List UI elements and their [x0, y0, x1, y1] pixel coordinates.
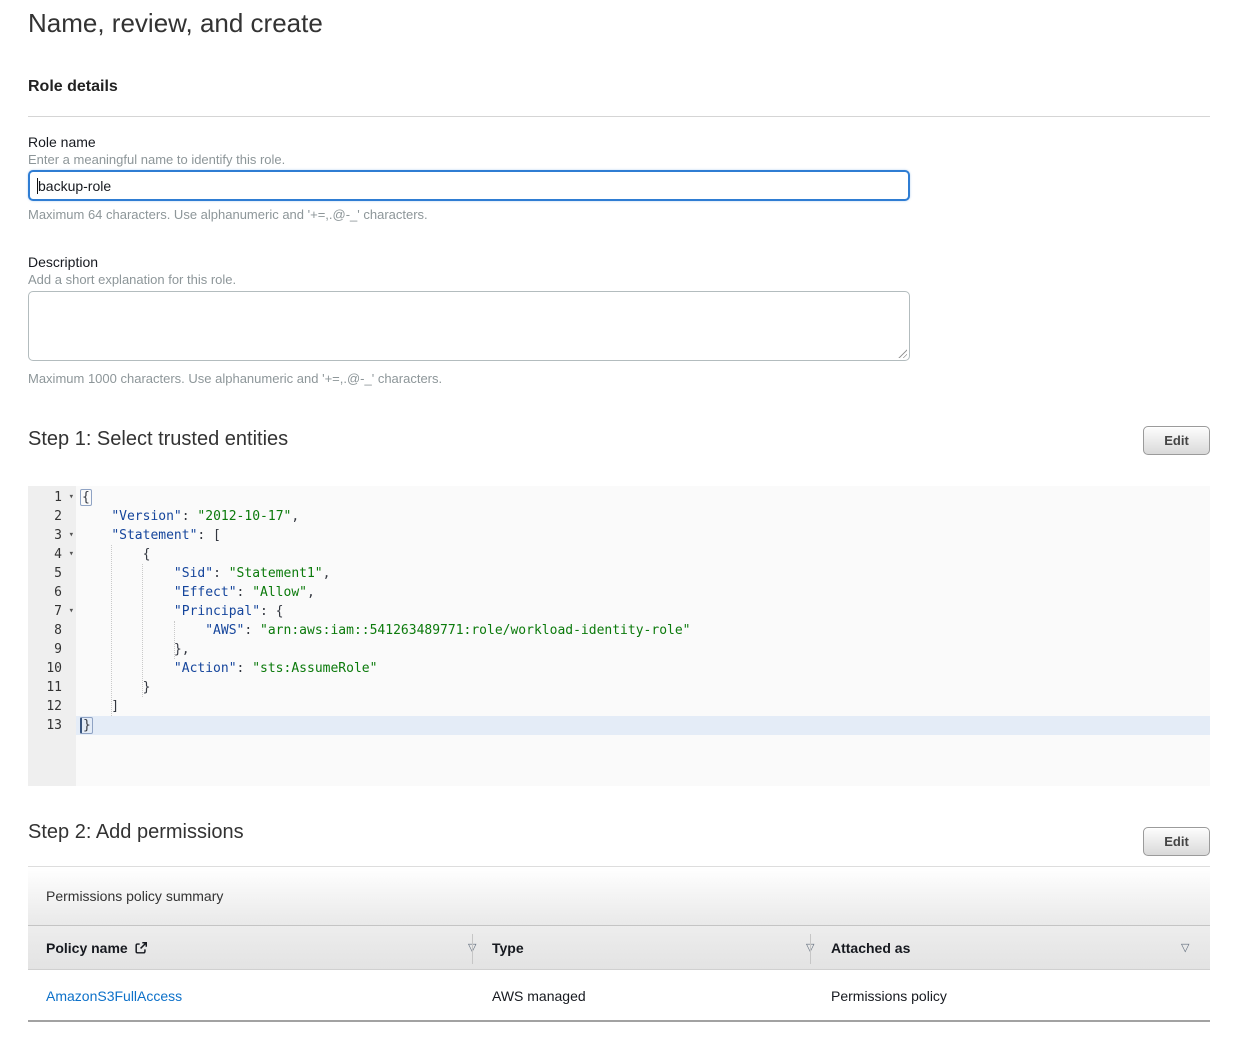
editor-line[interactable]: 7▾ "Principal": {: [28, 602, 1210, 621]
column-separator: [810, 934, 811, 964]
role-name-label: Role name: [28, 134, 96, 150]
column-header-policy-name: Policy name: [46, 940, 148, 958]
role-details-divider: [28, 116, 1210, 117]
fold-arrow-icon[interactable]: ▾: [69, 602, 74, 621]
editor-line[interactable]: 9 },: [28, 640, 1210, 659]
code-token: "Version": [111, 509, 181, 524]
code-token: },: [80, 642, 190, 657]
code-token: [80, 509, 111, 524]
step1-heading: Step 1: Select trusted entities: [28, 428, 288, 451]
code-token: "Sid": [174, 566, 213, 581]
code-token: :: [213, 566, 229, 581]
editor-line[interactable]: 8 "AWS": "arn:aws:iam::541263489771:role…: [28, 621, 1210, 640]
fold-arrow-icon[interactable]: ▾: [69, 526, 74, 545]
code-token: :: [237, 661, 253, 676]
line-number: 2: [28, 507, 76, 526]
column-header-type: Type: [492, 940, 524, 956]
role-name-constraint: Maximum 64 characters. Use alphanumeric …: [28, 207, 428, 222]
role-details-heading: Role details: [28, 78, 118, 96]
code-token: "Effect": [174, 585, 237, 600]
permissions-table-row: AmazonS3FullAccess AWS managed Permissio…: [28, 970, 1210, 1022]
code-token: : [: [197, 528, 220, 543]
code-token: "2012-10-17": [197, 509, 291, 524]
editor-line[interactable]: 3▾ "Statement": [: [28, 526, 1210, 545]
description-help: Add a short explanation for this role.: [28, 272, 236, 287]
role-name-help: Enter a meaningful name to identify this…: [28, 152, 285, 167]
editor-line[interactable]: 4▾ {: [28, 545, 1210, 564]
code-token: :: [182, 509, 198, 524]
code-token: "Allow": [252, 585, 307, 600]
editor-line[interactable]: 1▾{: [28, 488, 1210, 507]
code-token: "Principal": [174, 604, 260, 619]
editor-line[interactable]: 11 }: [28, 678, 1210, 697]
line-number: 8: [28, 621, 76, 640]
code-token: :: [244, 623, 260, 638]
code-token: "sts:AssumeRole": [252, 661, 377, 676]
code-token: [80, 566, 174, 581]
policy-editor-lines: 1▾{2 "Version": "2012-10-17",3▾ "Stateme…: [28, 488, 1210, 735]
line-number: 6: [28, 583, 76, 602]
edit-permissions-button[interactable]: Edit: [1143, 827, 1210, 856]
line-number: 1▾: [28, 488, 76, 507]
description-constraint: Maximum 1000 characters. Use alphanumeri…: [28, 371, 442, 386]
code-token: [80, 604, 174, 619]
line-number: 4▾: [28, 545, 76, 564]
code-token: [80, 585, 174, 600]
code-token: "Statement1": [229, 566, 323, 581]
filter-dropdown-icon[interactable]: ▽: [1181, 941, 1189, 954]
line-number: 11: [28, 678, 76, 697]
column-separator: [472, 934, 473, 964]
permissions-summary-title: Permissions policy summary: [46, 888, 223, 904]
fold-arrow-icon[interactable]: ▾: [69, 488, 74, 507]
code-token: }: [80, 680, 150, 695]
code-token: ,: [291, 509, 299, 524]
role-name-input[interactable]: [28, 170, 910, 201]
code-token: ,: [307, 585, 315, 600]
code-token: ,: [323, 566, 331, 581]
line-number: 3▾: [28, 526, 76, 545]
editor-line[interactable]: 13}: [28, 716, 1210, 735]
column-header-attached-as: Attached as: [831, 940, 910, 956]
line-number: 10: [28, 659, 76, 678]
editor-line[interactable]: 10 "Action": "sts:AssumeRole": [28, 659, 1210, 678]
editor-line[interactable]: 12 ]: [28, 697, 1210, 716]
code-token: "AWS": [205, 623, 244, 638]
line-number: 13: [28, 716, 76, 735]
attached-as-cell: Permissions policy: [831, 988, 947, 1004]
step2-heading: Step 2: Add permissions: [28, 821, 244, 844]
description-textarea[interactable]: [28, 291, 910, 361]
matched-bracket: {: [80, 489, 92, 506]
line-number: 7▾: [28, 602, 76, 621]
line-number: 5: [28, 564, 76, 583]
code-token: ]: [80, 699, 119, 714]
code-token: {: [80, 547, 150, 562]
editor-line[interactable]: 6 "Effect": "Allow",: [28, 583, 1210, 602]
code-token: "Action": [174, 661, 237, 676]
editor-line[interactable]: 5 "Sid": "Statement1",: [28, 564, 1210, 583]
code-token: [80, 528, 111, 543]
code-token: "arn:aws:iam::541263489771:role/workload…: [260, 623, 690, 638]
code-token: : {: [260, 604, 283, 619]
editor-line[interactable]: 2 "Version": "2012-10-17",: [28, 507, 1210, 526]
external-link-icon: [134, 941, 148, 958]
permissions-table-header: Policy name ▽ Type ▽ Attached as ▽: [28, 925, 1210, 970]
permissions-summary-panel-header: Permissions policy summary: [28, 866, 1210, 925]
code-token: [80, 661, 174, 676]
description-label: Description: [28, 254, 98, 270]
code-token: :: [237, 585, 253, 600]
matched-bracket: }: [80, 717, 93, 734]
policy-name-link[interactable]: AmazonS3FullAccess: [46, 988, 182, 1004]
line-number: 9: [28, 640, 76, 659]
edit-trusted-entities-button[interactable]: Edit: [1143, 426, 1210, 455]
code-token: [80, 623, 205, 638]
policy-type-cell: AWS managed: [492, 988, 586, 1004]
page-title: Name, review, and create: [28, 9, 323, 38]
trust-policy-editor[interactable]: 1▾{2 "Version": "2012-10-17",3▾ "Stateme…: [28, 486, 1210, 786]
fold-arrow-icon[interactable]: ▾: [69, 545, 74, 564]
line-number: 12: [28, 697, 76, 716]
name-review-create-page: Name, review, and create Role details Ro…: [0, 0, 1242, 1037]
text-caret: [37, 178, 38, 194]
code-token: "Statement": [111, 528, 197, 543]
